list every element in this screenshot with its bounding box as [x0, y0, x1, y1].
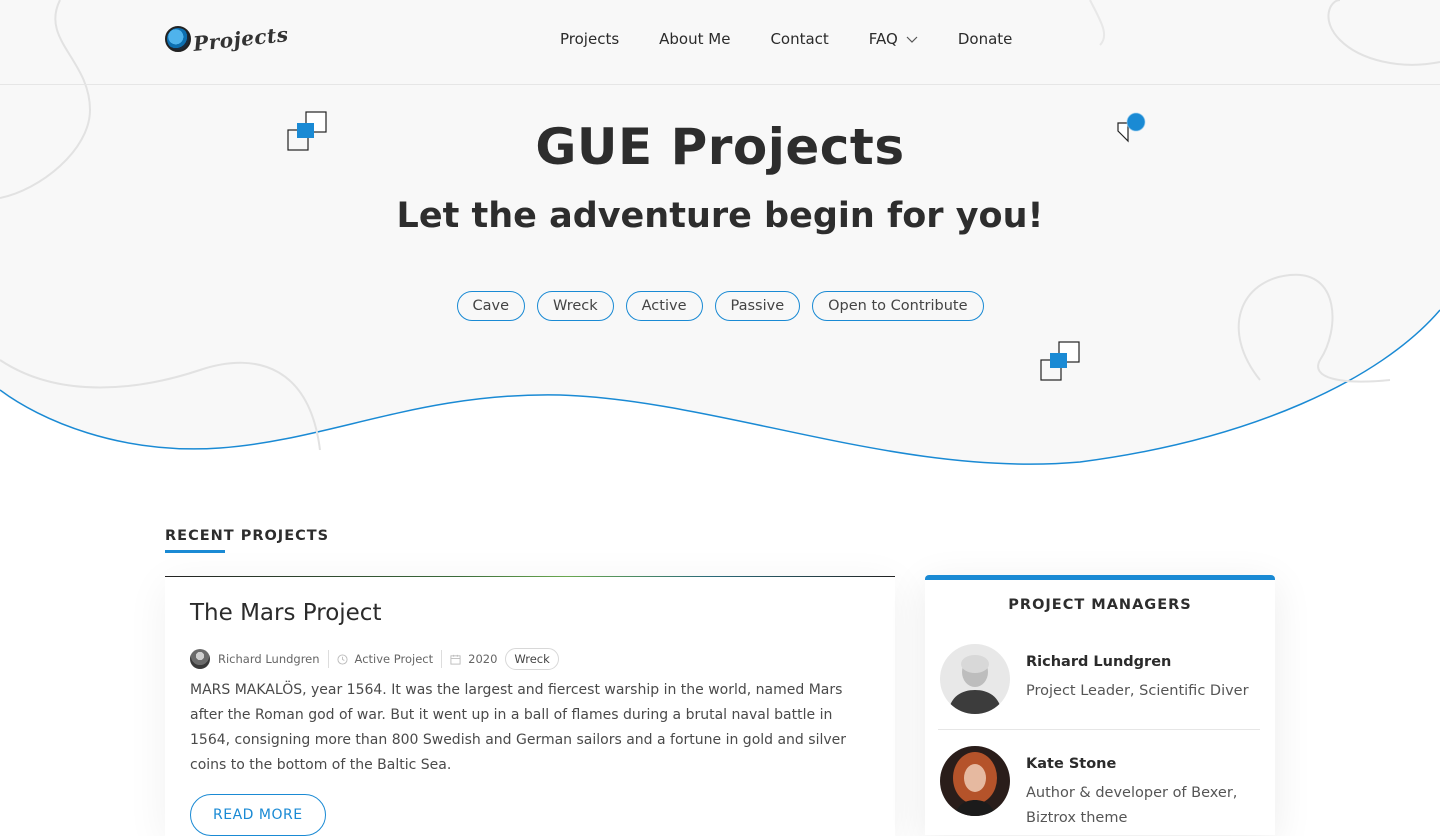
manager-item[interactable]: Kate Stone Author & developer of Bexer, … — [940, 746, 1260, 826]
nav-item-donate[interactable]: Donate — [958, 30, 1013, 48]
category-badge[interactable]: Wreck — [505, 648, 559, 670]
manager-name: Richard Lundgren — [1026, 654, 1172, 670]
nav-item-about-me[interactable]: About Me — [659, 30, 730, 48]
project-managers-heading: PROJECT MANAGERS — [1008, 597, 1192, 613]
nav-item-contact[interactable]: Contact — [770, 30, 828, 48]
chevron-down-icon — [906, 36, 918, 43]
panel-accent-bar — [925, 575, 1275, 580]
main-nav: Projects About Me Contact FAQ Donate — [560, 30, 1052, 48]
project-managers-panel: PROJECT MANAGERS Richard Lundgren Projec… — [925, 575, 1275, 835]
nav-label: Projects — [560, 30, 620, 48]
nav-label: About Me — [659, 30, 731, 48]
decorative-squares-right — [1040, 341, 1080, 381]
project-meta: Richard Lundgren Active Project 2020 Wre… — [190, 648, 559, 670]
tag-active[interactable]: Active — [625, 291, 703, 321]
project-card: The Mars Project Richard Lundgren Active… — [165, 576, 895, 836]
author-avatar — [190, 649, 210, 669]
manager-role: Project Leader, Scientific Diver — [1026, 683, 1249, 699]
project-year: 2020 — [468, 652, 498, 666]
calendar-icon — [450, 654, 461, 665]
nav-label: Contact — [770, 30, 829, 48]
card-top-border — [165, 576, 895, 577]
manager-item[interactable]: Richard Lundgren Project Leader, Scienti… — [940, 644, 1260, 716]
project-excerpt: MARS MAKALÖS, year 1564. It was the larg… — [190, 682, 846, 773]
manager-divider — [938, 729, 1260, 730]
clock-icon — [337, 653, 348, 665]
project-status: Active Project — [354, 652, 434, 666]
site-header: Projects Projects About Me Contact FAQ D… — [0, 0, 1440, 85]
logo-text: Projects — [192, 22, 290, 56]
recent-projects-heading: RECENT PROJECTS — [165, 528, 330, 544]
hero-subtitle: Let the adventure begin for you! — [396, 196, 1044, 236]
read-more-button[interactable]: READ MORE — [190, 794, 326, 836]
meta-divider — [441, 650, 443, 668]
site-logo[interactable]: Projects — [165, 22, 290, 56]
nav-item-faq[interactable]: FAQ — [869, 30, 918, 48]
tag-passive[interactable]: Passive — [714, 291, 801, 321]
tag-open-to-contribute[interactable]: Open to Contribute — [812, 291, 984, 321]
heading-underline — [165, 550, 225, 553]
manager-role: Author & developer of Bexer, Biztrox the… — [1026, 785, 1238, 826]
author-name[interactable]: Richard Lundgren — [218, 652, 320, 666]
manager-avatar — [940, 644, 1010, 714]
tag-filter-list: Cave Wreck Active Passive Open to Contri… — [0, 291, 1440, 321]
nav-label: Donate — [957, 30, 1013, 48]
nav-label: FAQ — [868, 30, 898, 48]
nav-item-projects[interactable]: Projects — [560, 30, 619, 48]
manager-name: Kate Stone — [1026, 756, 1117, 772]
tag-cave[interactable]: Cave — [456, 291, 526, 321]
hero-title: GUE Projects — [535, 118, 905, 176]
project-title[interactable]: The Mars Project — [190, 600, 381, 626]
meta-divider — [327, 650, 329, 668]
manager-avatar — [940, 746, 1010, 816]
logo-diver-icon — [165, 26, 191, 52]
tag-wreck[interactable]: Wreck — [537, 291, 614, 321]
